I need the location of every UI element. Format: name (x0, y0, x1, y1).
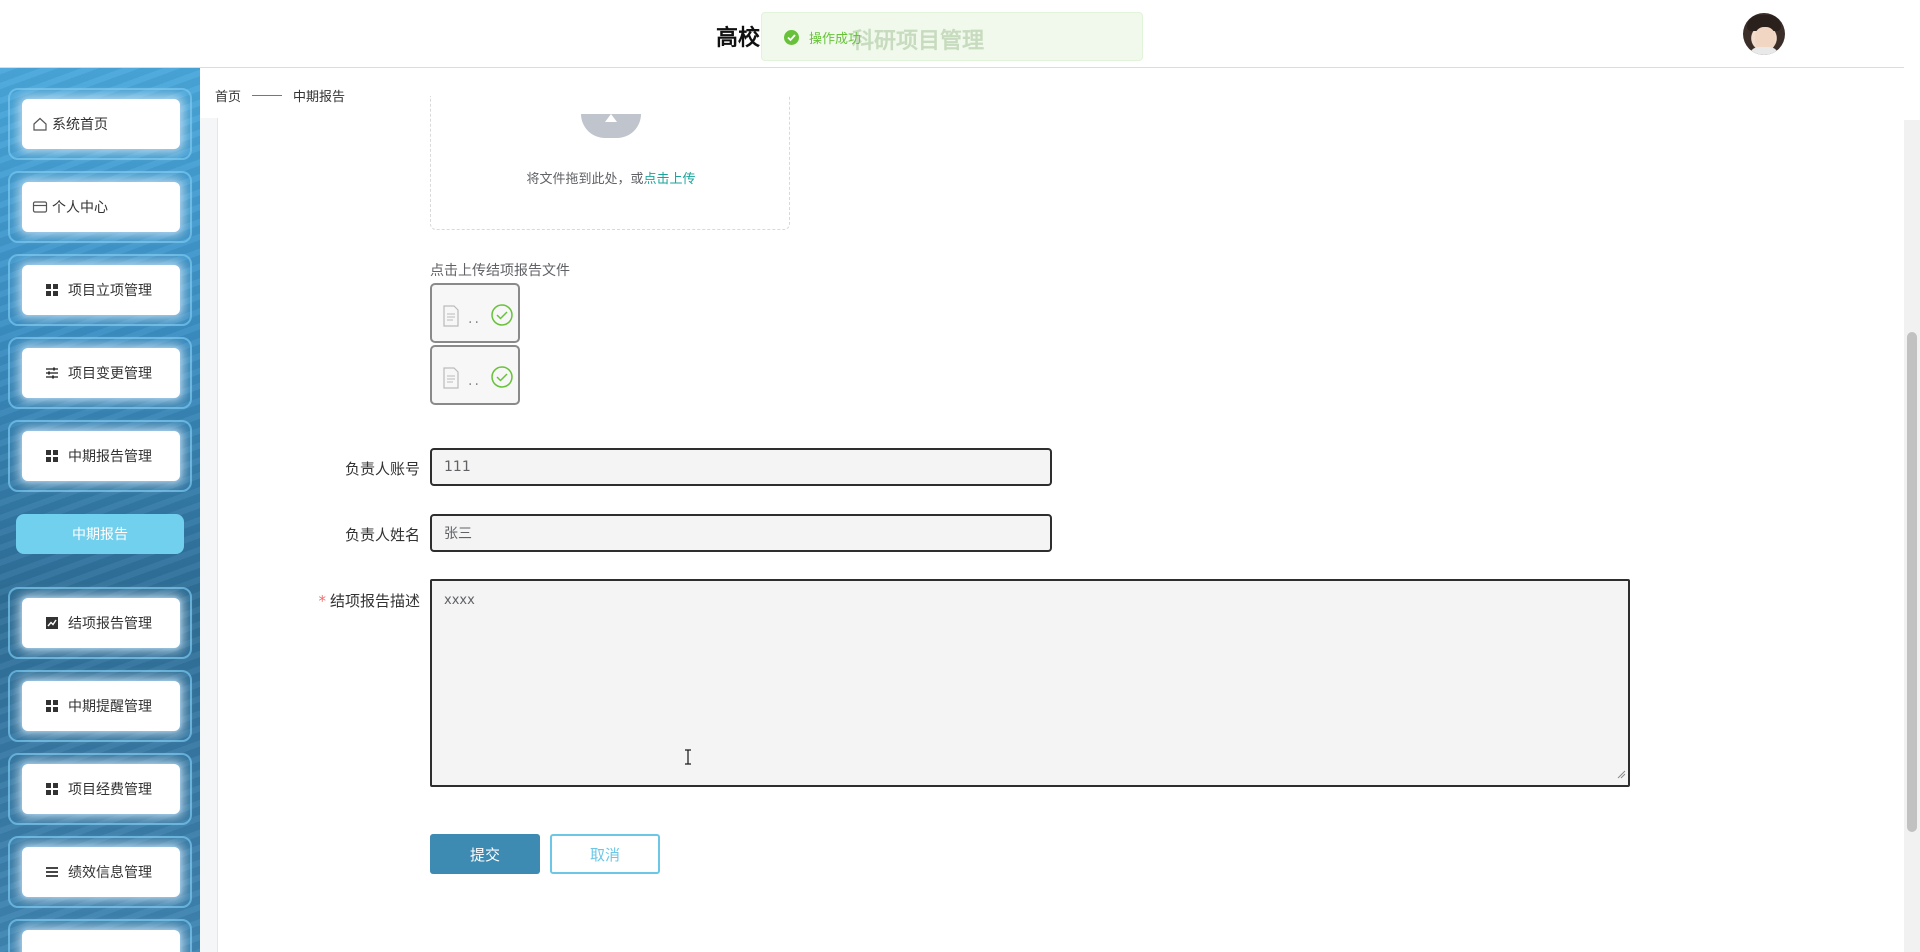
file-name: .. (468, 373, 481, 389)
sidebar-item-midterm-report-mgmt[interactable]: 中期报告管理 (8, 420, 192, 492)
document-icon (442, 305, 460, 331)
submit-button[interactable]: 提交 (430, 834, 540, 874)
file-name: .. (468, 311, 481, 327)
upload-drag-text: 将文件拖到此处，或 (526, 172, 644, 187)
check-circle-icon (784, 30, 799, 45)
sidebar-item-final-report-mgmt[interactable]: 结项报告管理 (8, 587, 192, 659)
top-header: 高校 科研项目管理 操作成功 (0, 0, 1920, 68)
home-icon (32, 116, 48, 132)
list-icon (44, 864, 60, 880)
sidebar-item-project-approval[interactable]: 项目立项管理 (8, 254, 192, 326)
account-input[interactable]: 111 (430, 448, 1052, 486)
upload-click-link[interactable]: 点击上传 (644, 172, 696, 187)
sidebar-item-label: 项目立项管理 (68, 283, 152, 299)
sidebar-item-performance[interactable]: 绩效信息管理 (8, 836, 192, 908)
sidebar-item-label: 中期报告管理 (68, 449, 152, 465)
sidebar-item-profile[interactable]: 个人中心 (8, 171, 192, 243)
sidebar-item-label: 绩效信息管理 (68, 865, 152, 881)
grid-icon (44, 448, 60, 464)
sidebar-item-label: 项目经费管理 (68, 782, 152, 798)
card-icon (32, 199, 48, 215)
sidebar-item-label: 中期提醒管理 (68, 699, 152, 715)
sidebar-item-label: 项目变更管理 (68, 366, 152, 382)
success-toast: 科研项目管理 操作成功 (761, 12, 1143, 61)
uploaded-file-card[interactable]: .. (430, 345, 520, 405)
sidebar-item-project-change[interactable]: 项目变更管理 (8, 337, 192, 409)
app-title-overlay: 科研项目管理 (852, 29, 985, 54)
sidebar-item-home[interactable]: 系统首页 (8, 88, 192, 160)
sidebar-item-midterm-reminder[interactable]: 中期提醒管理 (8, 670, 192, 742)
name-input[interactable]: 张三 (430, 514, 1052, 552)
sidebar: 系统首页 个人中心 项目立项管理 项目变更管理 中期报告管理 中期报告 结项报告… (0, 68, 200, 952)
scrollbar-thumb[interactable] (1907, 332, 1917, 832)
description-label-text: 结项报告描述 (329, 592, 420, 610)
resize-grip-icon[interactable] (1616, 768, 1626, 783)
breadcrumb-separator (252, 95, 283, 96)
sidebar-item-label: 结项报告管理 (68, 616, 152, 632)
grid-icon (44, 282, 60, 298)
text-cursor-icon (683, 748, 693, 770)
breadcrumb-home[interactable]: 首页 (215, 86, 241, 105)
sidebar-subitem-label: 中期报告 (72, 527, 128, 543)
check-circle-icon (490, 365, 514, 393)
upload-dropzone[interactable]: 将文件拖到此处，或点击上传 (430, 96, 790, 230)
upload-hint: 将文件拖到此处，或点击上传 (431, 168, 791, 187)
grid-icon (44, 781, 60, 797)
sidebar-item-project-funding[interactable]: 项目经费管理 (8, 753, 192, 825)
check-circle-icon (490, 303, 514, 331)
breadcrumb-current: 中期报告 (293, 90, 346, 105)
user-avatar[interactable] (1743, 13, 1785, 55)
page-edge (1904, 0, 1920, 120)
cancel-button[interactable]: 取消 (550, 834, 660, 874)
vertical-scrollbar[interactable] (1904, 120, 1920, 952)
chart-icon (44, 615, 60, 631)
app-title: 高校 (716, 26, 761, 51)
grid-icon (44, 698, 60, 714)
uploaded-file-card[interactable]: .. (430, 283, 520, 343)
document-icon (442, 367, 460, 393)
sidebar-item-label: 个人中心 (52, 200, 108, 216)
required-asterisk: * (318, 592, 326, 610)
upload-cloud-icon (581, 114, 641, 138)
account-label: 负责人账号 (344, 460, 420, 478)
description-value: xxxx (444, 593, 475, 608)
toast-message: 操作成功 (809, 32, 862, 47)
file-upload-label: 点击上传结项报告文件 (430, 263, 570, 279)
sidebar-item-more[interactable] (8, 919, 192, 952)
description-label: * 结项报告描述 (240, 590, 420, 611)
sidebar-item-label: 系统首页 (52, 117, 108, 133)
sidebar-subitem-midterm-report[interactable]: 中期报告 (16, 514, 184, 554)
description-textarea[interactable]: xxxx (430, 579, 1630, 787)
sliders-icon (44, 365, 60, 381)
name-label: 负责人姓名 (344, 526, 420, 544)
breadcrumb: 首页 中期报告 (215, 86, 345, 105)
content-gutter (200, 118, 218, 952)
